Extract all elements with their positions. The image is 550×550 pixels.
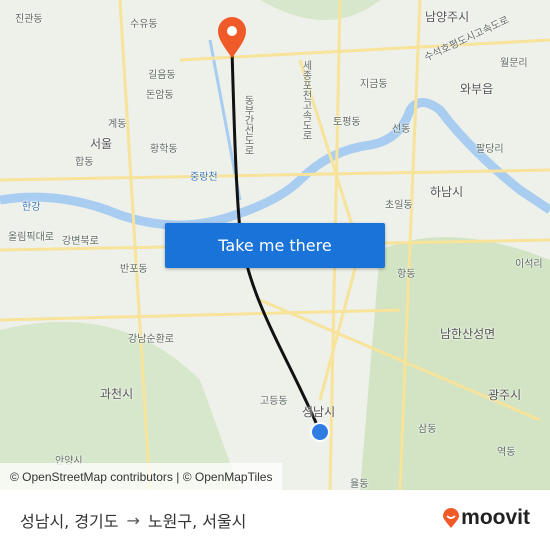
map-label: 돈암동 bbox=[146, 90, 174, 101]
park-area bbox=[360, 237, 550, 490]
map-label: 삼동 bbox=[418, 424, 437, 435]
origin-dot-icon[interactable] bbox=[310, 422, 330, 442]
origin-name: 성남시, 경기도 bbox=[20, 512, 119, 531]
map-label: 강변북로 bbox=[62, 236, 99, 247]
moovit-pin-icon bbox=[443, 508, 460, 528]
map-label: 율동 bbox=[350, 479, 369, 490]
road-label: 동부간선도로 bbox=[242, 95, 253, 155]
map-label: 진관동 bbox=[15, 14, 43, 25]
map-label: 황학동 bbox=[150, 144, 178, 155]
map-label: 성남시 bbox=[302, 405, 336, 419]
destination-name: 노원구, 서울시 bbox=[147, 512, 247, 531]
map-label: 강남순환로 bbox=[128, 334, 174, 345]
map-label: 남한산성면 bbox=[440, 327, 496, 341]
map-label: 계동 bbox=[108, 119, 127, 130]
map-label: 반포동 bbox=[120, 264, 148, 275]
map-label: 서울 bbox=[90, 137, 113, 151]
map-label: 토평동 bbox=[333, 117, 361, 128]
map-label: 월문리 bbox=[500, 58, 528, 69]
map-label: 와부읍 bbox=[460, 82, 494, 96]
moovit-logo: moovit bbox=[442, 506, 530, 530]
route-summary: 성남시, 경기도 → 노원구, 서울시 bbox=[20, 508, 246, 532]
map-label: 선동 bbox=[392, 124, 411, 135]
take-me-there-button[interactable]: Take me there bbox=[165, 223, 385, 268]
map-label: 역동 bbox=[497, 447, 516, 458]
map-label: 항동 bbox=[397, 269, 416, 280]
map[interactable]: 진관동 수유동 남양주시 길음동 돈암동 서울 계동 황학동 합동 중랑천 한강… bbox=[0, 0, 550, 490]
map-label: 한강 bbox=[22, 202, 41, 213]
map-attribution[interactable]: © OpenStreetMap contributors | © OpenMap… bbox=[0, 463, 283, 490]
map-label: 광주시 bbox=[488, 388, 522, 402]
map-label: 초일동 bbox=[385, 200, 413, 211]
footer: 성남시, 경기도 → 노원구, 서울시 moovit bbox=[0, 490, 550, 550]
map-label: 중랑천 bbox=[190, 172, 218, 183]
map-label: 올림픽대로 bbox=[8, 232, 54, 243]
map-label: 합동 bbox=[75, 157, 94, 168]
map-label: 지금동 bbox=[360, 79, 388, 90]
map-label: 하남시 bbox=[430, 185, 464, 199]
brand-name: moovit bbox=[461, 506, 530, 529]
map-label: 수유동 bbox=[130, 19, 158, 30]
map-label: 길음동 bbox=[148, 70, 176, 81]
road-label: 세종포천고속도로 bbox=[300, 60, 311, 140]
map-label: 고등동 bbox=[260, 396, 288, 407]
map-label: 팔당리 bbox=[476, 144, 504, 155]
map-label: 이석리 bbox=[515, 259, 543, 270]
map-label: 과천시 bbox=[100, 387, 134, 401]
map-label: 남양주시 bbox=[425, 10, 470, 24]
arrow-right-icon: → bbox=[126, 510, 140, 530]
